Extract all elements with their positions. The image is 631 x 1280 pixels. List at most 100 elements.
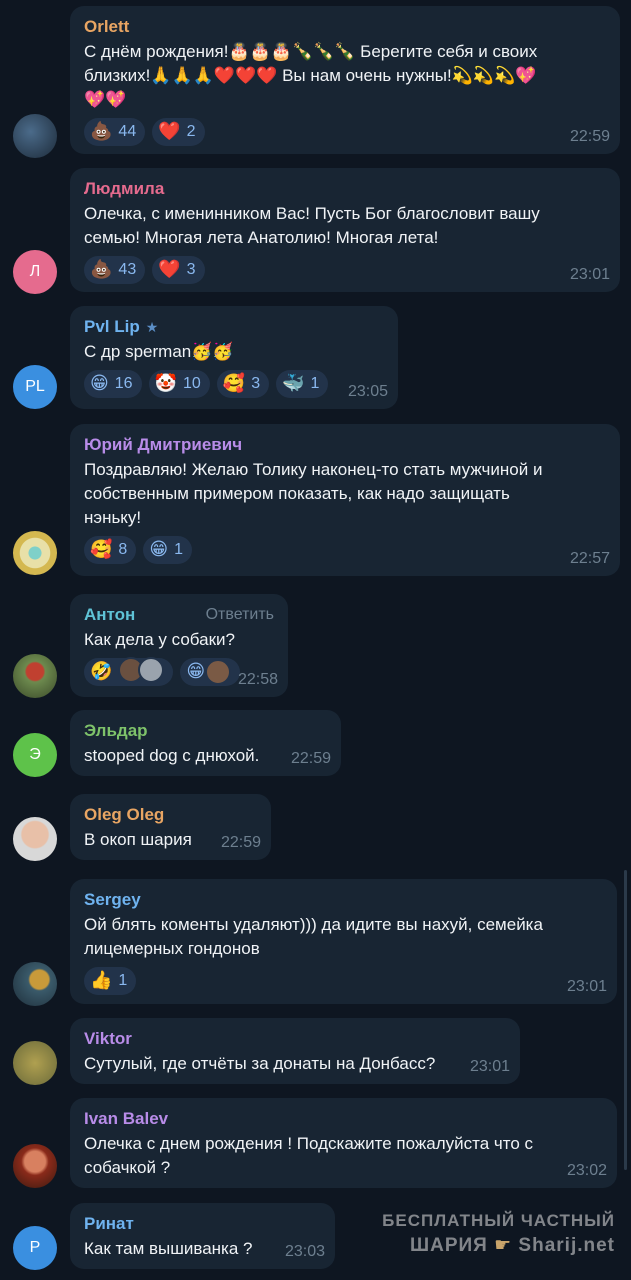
reaction-count: 2 <box>186 123 196 140</box>
avatar[interactable]: PL <box>13 365 57 409</box>
sender-name[interactable]: Sergey <box>84 889 605 911</box>
watermark-line1: БЕСПЛАТНЫЙ ЧАСТНЫЙ <box>382 1211 615 1230</box>
reactions: 😁 16 🤡 10 🥰 3 🐳 1 <box>84 370 386 398</box>
message-time: 23:01 <box>569 266 610 283</box>
heart-icon: ❤️ <box>158 121 181 142</box>
scrollbar[interactable] <box>624 870 627 1170</box>
message-time: 23:01 <box>469 1058 510 1075</box>
message-time: 22:57 <box>569 550 610 567</box>
reaction-thumbs-up[interactable]: 👍 1 <box>84 967 137 995</box>
avatar[interactable]: Э <box>13 733 57 777</box>
reaction-count: 1 <box>174 541 183 558</box>
star-icon: ★ <box>145 319 159 335</box>
clown-icon: 🤡 <box>154 373 177 394</box>
reaction-count: 10 <box>182 375 201 392</box>
message-bubble[interactable]: Ivan Balev Олечка с днем рождения ! Подс… <box>70 1098 617 1188</box>
reaction-count: 44 <box>118 123 137 140</box>
message-text: Поздравляю! Желаю Толику наконец-то стат… <box>84 460 543 527</box>
message-time: 22:59 <box>220 834 261 851</box>
message-text: С др sperman🥳🥳 <box>84 342 234 361</box>
message-bubble[interactable]: Oleg Oleg В окоп шария 22:59 <box>70 794 271 860</box>
watermark: БЕСПЛАТНЫЙ ЧАСТНЫЙ ШАРИЯ ☛ Sharij.net <box>382 1209 615 1258</box>
message-time: 23:05 <box>347 383 388 400</box>
message-bubble[interactable]: Людмила Олечка, с именинником Вас! Пусть… <box>70 168 620 292</box>
message-bubble[interactable]: Viktor Сутулый, где отчёты за донаты на … <box>70 1018 520 1084</box>
reaction-poop[interactable]: 💩 44 <box>84 118 146 146</box>
reaction-poop[interactable]: 💩 43 <box>84 256 146 284</box>
grin-icon: 😁 <box>149 539 169 560</box>
reaction-count: 8 <box>118 541 128 558</box>
watermark-line2: ШАРИЯ ☛ Sharij.net <box>382 1233 615 1258</box>
reaction-count: 3 <box>186 261 196 278</box>
reaction-heart[interactable]: ❤️ 3 <box>152 256 205 284</box>
reaction-grin[interactable]: 😁 16 <box>84 370 142 398</box>
message-bubble[interactable]: Orlett С днём рождения!🎂🎂🎂🍾🍾🍾 Берегите с… <box>70 6 620 154</box>
message-time: 22:59 <box>569 128 610 145</box>
pointing-hand-icon: ☛ <box>494 1234 513 1256</box>
sender-name[interactable]: Ринат <box>84 1213 323 1235</box>
reactions: 💩 44 ❤️ 2 <box>84 118 608 146</box>
avatar[interactable] <box>13 531 57 575</box>
avatar[interactable]: Р <box>13 1226 57 1270</box>
sender-name[interactable]: Ivan Balev <box>84 1108 605 1130</box>
message-bubble[interactable]: Ринат Как там вышиванка ? 23:03 <box>70 1203 335 1269</box>
avatar[interactable] <box>13 817 57 861</box>
avatar[interactable]: Л <box>13 250 57 294</box>
message-time: 22:59 <box>290 750 331 767</box>
reaction-whale[interactable]: 🐳 1 <box>276 370 329 398</box>
poop-icon: 💩 <box>90 121 113 142</box>
sender-name-row: Pvl Lip ★ <box>84 316 386 338</box>
avatar[interactable] <box>13 962 57 1006</box>
avatar[interactable] <box>13 654 57 698</box>
avatar[interactable] <box>13 114 57 158</box>
sender-name[interactable]: Oleg Oleg <box>84 804 259 826</box>
message-text: С днём рождения!🎂🎂🎂🍾🍾🍾 Берегите себя и с… <box>84 42 538 109</box>
reaction-clown[interactable]: 🤡 10 <box>148 370 210 398</box>
message-time: 23:02 <box>566 1162 607 1179</box>
avatar[interactable] <box>13 1041 57 1085</box>
reaction-count: 3 <box>251 375 261 392</box>
message-time: 23:01 <box>566 978 607 995</box>
sender-name[interactable]: Viktor <box>84 1028 508 1050</box>
reactor-avatar <box>138 656 165 683</box>
message-time: 23:03 <box>284 1243 325 1260</box>
reaction-heart[interactable]: ❤️ 2 <box>152 118 205 146</box>
hearts-face-icon: 🥰 <box>90 539 113 560</box>
message-bubble[interactable]: Sergey Ой блять коменты удаляют))) да ид… <box>70 879 617 1004</box>
sender-name[interactable]: Orlett <box>84 16 608 38</box>
reactor-avatar <box>205 659 232 685</box>
avatar[interactable] <box>13 1144 57 1188</box>
message-text: Сутулый, где отчёты за донаты на Донбасс… <box>84 1054 436 1073</box>
message-bubble[interactable]: Юрий Дмитриевич Поздравляю! Желаю Толику… <box>70 424 620 576</box>
message-bubble[interactable]: Pvl Lip ★ С др sperman🥳🥳 😁 16 🤡 10 🥰 3 🐳 1 2… <box>70 306 398 409</box>
hearts-face-icon: 🥰 <box>222 373 246 394</box>
reaction-hearts-face[interactable]: 🥰 8 <box>84 536 137 564</box>
reaction-grin[interactable]: 😁 1 <box>143 536 192 564</box>
reaction-hearts-face[interactable]: 🥰 3 <box>216 370 270 398</box>
watermark-site: Sharij.net <box>518 1235 615 1256</box>
whale-icon: 🐳 <box>282 373 305 394</box>
reactions: 🥰 8 😁 1 <box>84 536 608 564</box>
reply-button[interactable]: Ответить <box>206 606 274 624</box>
reaction-count: 16 <box>114 375 133 392</box>
reaction-grin[interactable]: 😁 <box>180 658 241 686</box>
sender-name[interactable]: Юрий Дмитриевич <box>84 434 608 456</box>
message-bubble[interactable]: Антон Ответить Как дела у собаки? 🤣 😁 22… <box>70 594 288 697</box>
reactor-avatars <box>118 656 165 688</box>
sender-name[interactable]: Pvl Lip <box>84 316 140 338</box>
thumbs-up-icon: 👍 <box>90 970 113 991</box>
message-text: Олечка с днем рождения ! Подскажите пожа… <box>84 1134 534 1177</box>
reaction-rofl[interactable]: 🤣 <box>84 656 174 688</box>
message-bubble[interactable]: Эльдар stooped dog с днюхой. 22:59 <box>70 710 341 776</box>
reactions: 💩 43 ❤️ 3 <box>84 256 608 284</box>
message-text: Олечка, с именинником Вас! Пусть Бог бла… <box>84 204 540 247</box>
sender-name[interactable]: Людмила <box>84 178 608 200</box>
poop-icon: 💩 <box>90 259 113 280</box>
reactions: 👍 1 <box>84 967 605 995</box>
heart-icon: ❤️ <box>158 259 181 280</box>
reaction-count: 1 <box>310 375 320 392</box>
message-text: Как дела у собаки? <box>84 630 235 649</box>
grin-icon: 😁 <box>90 373 109 394</box>
rofl-icon: 🤣 <box>90 661 113 682</box>
sender-name[interactable]: Эльдар <box>84 720 329 742</box>
